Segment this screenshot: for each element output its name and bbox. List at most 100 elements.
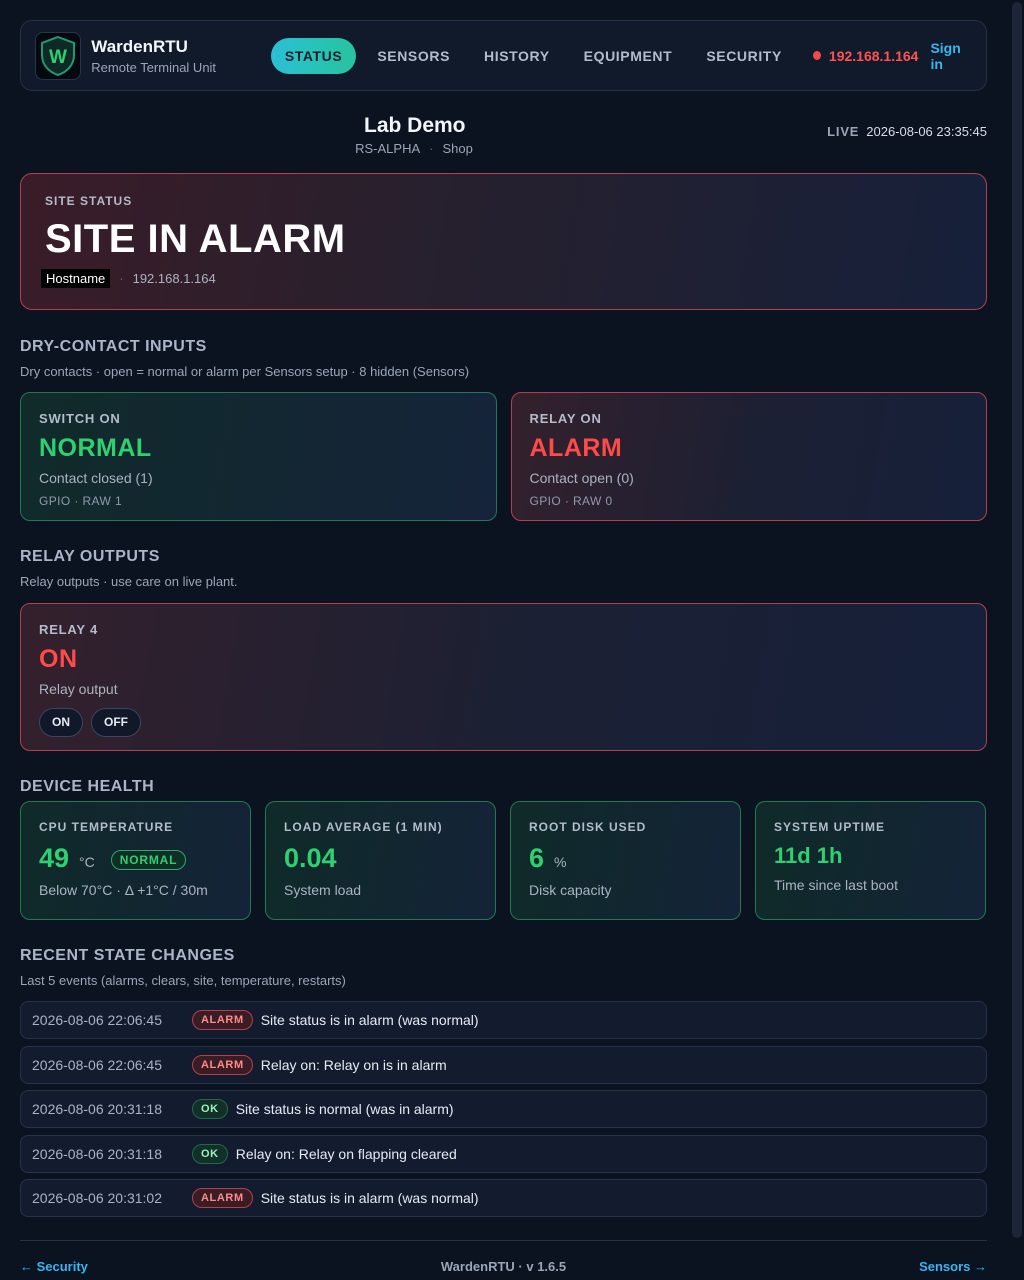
separator: · [429, 141, 434, 156]
event-row: 2026-08-06 22:06:45 ALARM Site status is… [20, 1001, 987, 1039]
shield-icon: W [41, 35, 76, 76]
health-label: ROOT DISK USED [529, 820, 647, 834]
device-health-section: DEVICE HEALTH CPU TEMPERATURE 49 °C NORM… [20, 778, 987, 920]
nav-tab-security[interactable]: SECURITY [689, 38, 799, 74]
relay-detail: Relay output [39, 681, 118, 697]
page-footer: ← Security WardenRTU · v 1.6.5 Sensors → [20, 1240, 987, 1274]
site-subtitle: RS-ALPHA · Shop [314, 141, 514, 156]
health-card-cpu-temperature: CPU TEMPERATURE 49 °C NORMAL Below 70°C … [20, 801, 251, 920]
site-ip-address: 192.168.1.164 [132, 271, 216, 286]
relay-outputs-subtitle: Relay outputs · use care on live plant. [20, 574, 238, 589]
relay-on-button[interactable]: ON [39, 708, 83, 737]
device-health-grid: CPU TEMPERATURE 49 °C NORMAL Below 70°C … [20, 801, 987, 920]
status-badge: NORMAL [110, 850, 187, 870]
site-status-meta: Hostname · 192.168.1.164 [41, 269, 962, 288]
dry-contacts-subtitle: Dry contacts · open = normal or alarm pe… [20, 364, 470, 379]
contact-card-switch-on[interactable]: SWITCH ON NORMAL Contact closed (1) GPIO… [20, 392, 497, 521]
app-version: WardenRTU · v 1.6.5 [440, 1259, 567, 1274]
contact-state: ALARM [529, 434, 623, 462]
health-value: 11d 1h [774, 843, 843, 868]
dry-contacts-section: DRY-CONTACT INPUTS Dry contacts · open =… [20, 338, 987, 521]
nav-tab-equipment[interactable]: EQUIPMENT [567, 38, 690, 74]
contact-card-relay-on[interactable]: RELAY ON ALARM Contact open (0) GPIO · R… [510, 392, 987, 521]
contact-detail: Contact open (0) [529, 470, 634, 486]
site-name: Lab Demo [364, 114, 466, 137]
relay-outputs-section: RELAY OUTPUTS Relay outputs · use care o… [20, 548, 987, 751]
health-unit: °C [79, 854, 95, 870]
event-timestamp: 2026-08-06 20:31:18 [32, 1101, 162, 1117]
site-header: Lab Demo RS-ALPHA · Shop LIVE 2026-08-06 23… [20, 91, 987, 173]
health-desc: System load [284, 882, 362, 898]
health-value: 49 [39, 843, 70, 873]
dry-contacts-title: DRY-CONTACT INPUTS [20, 338, 207, 355]
health-card-load-average: LOAD AVERAGE (1 MIN) 0.04 System load [265, 801, 496, 920]
event-message: Site status is in alarm (was normal) [260, 1012, 479, 1028]
nav-tab-history[interactable]: HISTORY [467, 38, 567, 74]
health-card-root-disk: ROOT DISK USED 6 % Disk capacity [510, 801, 741, 920]
site-status-caption: SITE STATUS [45, 194, 133, 208]
alarm-dot-icon [812, 51, 821, 60]
contact-detail: Contact closed (1) [39, 470, 153, 486]
event-list: 2026-08-06 22:06:45 ALARM Site status is… [20, 1001, 987, 1217]
event-row: 2026-08-06 20:31:02 ALARM Site status is… [20, 1179, 987, 1217]
main-nav: STATUS SENSORS HISTORY EQUIPMENT SECURIT… [270, 37, 799, 74]
page-container: W WardenRTU Remote Terminal Unit STATUS … [20, 20, 987, 1224]
app-subtitle: Remote Terminal Unit [91, 59, 217, 75]
event-message: Relay on: Relay on is in alarm [260, 1056, 447, 1073]
health-value-row: 49 °C NORMAL [39, 843, 232, 874]
recent-changes-subtitle: Last 5 events (alarms, clears, site, tem… [20, 973, 346, 988]
event-timestamp: 2026-08-06 20:31:18 [32, 1145, 162, 1162]
event-row: 2026-08-06 20:31:18 OK Site status is no… [20, 1090, 987, 1128]
event-row: 2026-08-06 20:31:18 OK Relay on: Relay o… [20, 1134, 987, 1173]
hostname-label: Hostname [41, 269, 111, 288]
event-tag: ALARM [192, 1054, 253, 1075]
event-tag: ALARM [192, 1188, 253, 1208]
relay-controls: ON OFF [39, 708, 968, 737]
shield-logo-icon[interactable]: W [35, 31, 82, 80]
device-health-title: DEVICE HEALTH [20, 778, 155, 795]
prev-page-link-security[interactable]: ← Security [20, 1259, 88, 1274]
next-page-link-sensors[interactable]: Sensors → [919, 1259, 987, 1274]
vertical-scrollbar[interactable] [1010, 0, 1024, 1280]
dry-contacts-grid: SWITCH ON NORMAL Contact closed (1) GPIO… [20, 392, 987, 521]
nav-tab-status[interactable]: STATUS [270, 37, 357, 74]
recent-changes-section: RECENT STATE CHANGES Last 5 events (alar… [20, 947, 987, 1217]
contact-state: NORMAL [39, 434, 152, 462]
sign-in-link[interactable]: Sign in [930, 40, 972, 72]
relay-outputs-title: RELAY OUTPUTS [20, 548, 160, 565]
site-status-state: SITE IN ALARM [45, 217, 346, 261]
health-value-row: 11d 1h [774, 843, 967, 869]
health-value: 6 [529, 843, 545, 873]
health-desc: Below 70°C · Δ +1°C / 30m [39, 882, 208, 898]
health-label: SYSTEM UPTIME [774, 820, 886, 834]
health-value-row: 6 % [529, 843, 722, 874]
event-timestamp: 2026-08-06 22:06:45 [32, 1012, 162, 1028]
health-value-row: 0.04 [284, 843, 477, 874]
event-tag: OK [192, 1143, 228, 1164]
relay-label: RELAY 4 [39, 622, 99, 637]
contact-raw: GPIO · RAW 0 [529, 494, 613, 508]
scrollbar-thumb[interactable] [1012, 2, 1022, 1238]
health-unit: % [554, 854, 567, 870]
site-location: Shop [442, 141, 473, 156]
nav-tab-sensors[interactable]: SENSORS [360, 38, 467, 74]
relay-card-4: RELAY 4 ON Relay output ON OFF [20, 603, 987, 751]
app-name: WardenRTU [91, 36, 188, 56]
site-status-card: SITE STATUS SITE IN ALARM Hostname · 192… [20, 173, 987, 310]
separator: · [119, 271, 124, 286]
brand: WardenRTU Remote Terminal Unit [91, 37, 260, 75]
svg-text:W: W [49, 47, 67, 68]
event-tag: OK [192, 1099, 228, 1119]
relay-off-button[interactable]: OFF [91, 708, 141, 737]
event-message: Site status is in alarm (was normal) [260, 1190, 479, 1206]
health-desc: Disk capacity [529, 882, 612, 898]
contact-label: RELAY ON [529, 411, 602, 426]
contact-label: SWITCH ON [39, 411, 121, 426]
event-message: Site status is normal (was in alarm) [235, 1101, 454, 1117]
event-timestamp: 2026-08-06 22:06:45 [32, 1056, 162, 1073]
header-ip-address: 192.168.1.164 [828, 47, 919, 64]
health-card-system-uptime: SYSTEM UPTIME 11d 1h Time since last boo… [755, 801, 986, 920]
recent-changes-title: RECENT STATE CHANGES [20, 947, 235, 964]
relay-state: ON [39, 645, 78, 673]
health-value: 0.04 [284, 843, 337, 873]
